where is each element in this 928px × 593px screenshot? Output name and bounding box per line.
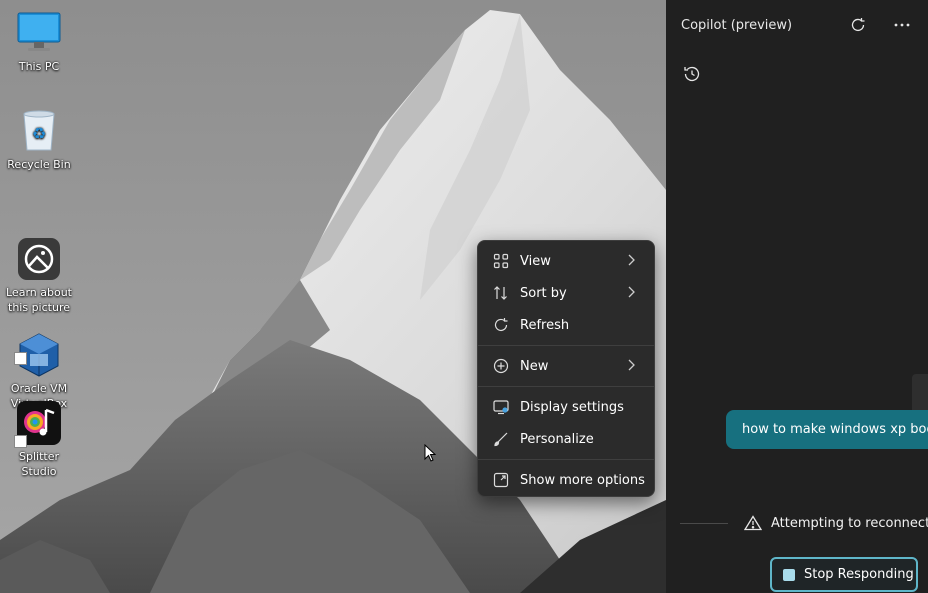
menu-item-sort-by[interactable]: Sort by [482,277,650,309]
chevron-right-icon [628,359,635,371]
menu-item-view[interactable]: View [482,245,650,277]
menu-item-personalize[interactable]: Personalize [482,423,650,455]
mouse-pointer-icon [424,444,436,462]
plus-circle-icon [492,357,510,375]
expand-icon [492,471,510,489]
refresh-icon[interactable] [850,17,866,33]
menu-item-display-settings[interactable]: Display settings [482,391,650,423]
splitter-studio-icon [14,400,62,448]
chevron-right-icon [628,286,635,298]
menu-item-label: Display settings [520,399,624,415]
more-options-icon[interactable] [893,17,911,33]
response-card-edge [912,374,928,415]
history-icon[interactable] [683,65,701,83]
desktop-icon-label: Splitter Studio [19,450,59,478]
copilot-title: Copilot (preview) [681,18,793,33]
desktop-icon-this-pc[interactable]: This PC [0,10,78,74]
menu-item-refresh[interactable]: Refresh [482,309,650,341]
grid-icon [492,252,510,270]
warning-icon [744,515,762,531]
stop-button-label: Stop Responding [804,567,914,582]
desktop-icon-label: This PC [18,60,60,73]
stop-responding-button[interactable]: Stop Responding [770,557,918,592]
monitor-icon [16,10,62,56]
menu-item-label: Personalize [520,431,594,447]
virtualbox-icon [14,317,62,377]
desktop-icon-recycle-bin[interactable]: ♻ Recycle Bin [0,108,78,172]
desktop-icon-label: Recycle Bin [7,158,71,171]
stop-icon [783,568,795,581]
menu-separator [478,386,654,387]
menu-item-label: Sort by [520,285,567,301]
desktop-icon-splitter-studio[interactable]: Splitter Studio [0,400,78,479]
divider [680,523,728,524]
menu-separator [478,345,654,346]
recycle-bin-icon: ♻ [16,108,62,154]
menu-separator [478,459,654,460]
camera-info-icon [16,221,62,280]
brush-icon [492,430,510,448]
menu-item-label: New [520,358,549,374]
sort-icon [492,284,510,302]
shortcut-arrow-icon [14,435,27,448]
menu-item-label: Refresh [520,317,570,333]
menu-item-label: View [520,253,551,269]
reconnect-status: Attempting to reconnect... [744,515,928,531]
desktop-context-menu: View Sort by Refresh New Display setting… [477,240,655,497]
menu-item-label: Show more options [520,472,645,488]
copilot-panel: Copilot (preview) how to make windows xp… [666,0,928,593]
display-icon [492,398,510,416]
svg-text:♻: ♻ [32,124,46,143]
user-message-bubble: how to make windows xp boot [726,410,928,449]
shortcut-arrow-icon [14,352,27,365]
status-text: Attempting to reconnect... [771,515,928,531]
refresh-icon [492,316,510,334]
menu-item-new[interactable]: New [482,350,650,382]
menu-item-show-more-options[interactable]: Show more options [482,464,650,496]
chevron-right-icon [628,254,635,266]
